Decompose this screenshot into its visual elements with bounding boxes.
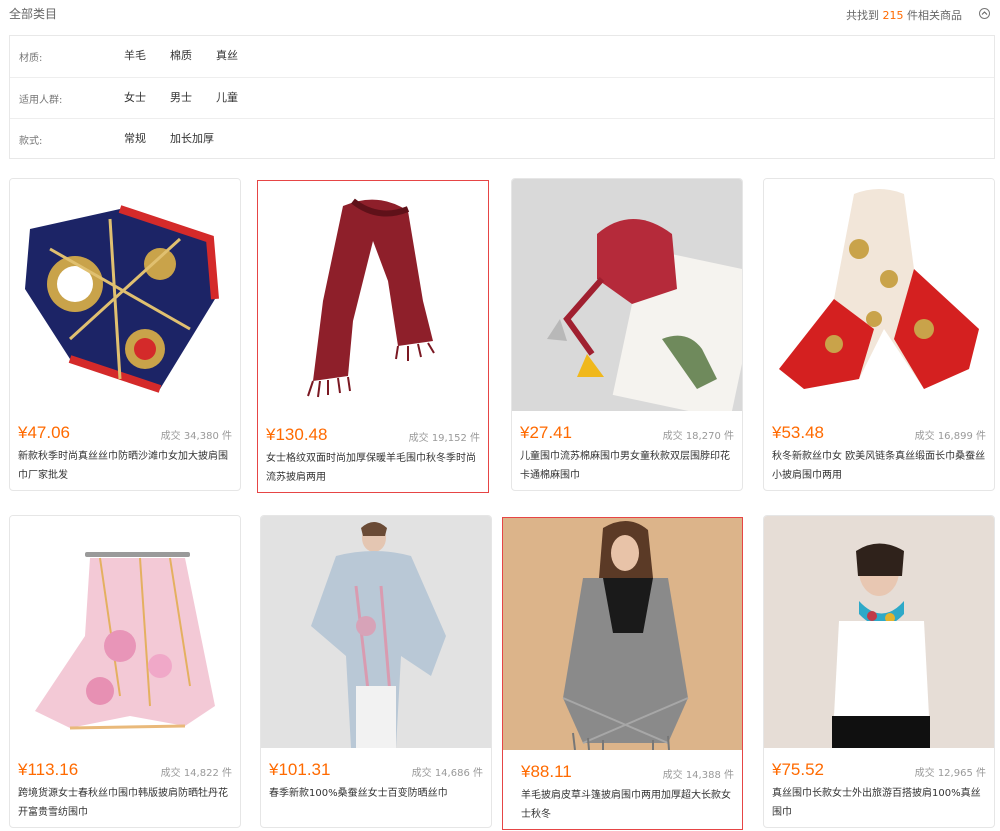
result-count-prefix: 共找到 xyxy=(846,9,879,22)
product-sales: 成交 18,270 件 xyxy=(662,431,734,442)
product-title[interactable]: 羊毛披肩皮草斗篷披肩围巾两用加厚超大长款女士秋冬 xyxy=(521,786,737,824)
product-price: ¥88.11 xyxy=(521,762,572,781)
product-image[interactable] xyxy=(258,181,488,413)
product-card[interactable]: ¥101.31 成交 14,686 件 春季新款100%桑蚕丝女士百变防晒丝巾 xyxy=(260,515,492,828)
product-card[interactable]: ¥113.16 成交 14,822 件 跨境货源女士春秋丝巾围巾韩版披肩防晒牡丹… xyxy=(9,515,241,828)
product-price: ¥101.31 xyxy=(269,760,331,779)
product-title[interactable]: 真丝围巾长款女士外出旅游百搭披肩100%真丝围巾 xyxy=(772,784,988,822)
collapse-up-icon[interactable] xyxy=(979,8,990,19)
filter-row-material: 材质: 羊毛 棉质 真丝 xyxy=(10,36,994,77)
results-header: 全部类目 共找到 215 件相关商品 xyxy=(0,0,1000,28)
product-card[interactable]: ¥75.52 成交 12,965 件 真丝围巾长款女士外出旅游百搭披肩100%真… xyxy=(763,515,995,828)
product-title[interactable]: 跨境货源女士春秋丝巾围巾韩版披肩防晒牡丹花开富贵雪纺围巾 xyxy=(18,784,234,822)
filter-option-cotton[interactable]: 棉质 xyxy=(170,47,192,63)
product-sales: 成交 19,152 件 xyxy=(408,433,480,444)
filter-option-wool[interactable]: 羊毛 xyxy=(124,47,146,63)
product-sales: 成交 12,965 件 xyxy=(914,768,986,779)
product-card[interactable]: ¥53.48 成交 16,899 件 秋冬新款丝巾女 欧美风链条真丝缎面长巾桑蚕… xyxy=(763,178,995,491)
product-image[interactable] xyxy=(512,179,742,420)
product-image[interactable] xyxy=(261,516,491,748)
product-title[interactable]: 秋冬新款丝巾女 欧美风链条真丝缎面长巾桑蚕丝小披肩围巾两用 xyxy=(772,447,988,485)
filter-option-women[interactable]: 女士 xyxy=(124,89,146,105)
product-title[interactable]: 春季新款100%桑蚕丝女士百变防晒丝巾 xyxy=(269,784,485,803)
product-price: ¥75.52 xyxy=(772,760,824,779)
product-image[interactable] xyxy=(10,516,240,748)
result-count: 共找到 215 件相关商品 xyxy=(846,7,962,23)
filter-row-style: 款式: 常规 加长加厚 xyxy=(10,118,994,160)
filter-option-long-thick[interactable]: 加长加厚 xyxy=(170,130,214,146)
all-categories-link[interactable]: 全部类目 xyxy=(9,5,57,22)
product-price: ¥27.41 xyxy=(520,423,572,442)
filter-option-kids[interactable]: 儿童 xyxy=(216,89,238,105)
product-price: ¥130.48 xyxy=(266,425,328,444)
filter-option-men[interactable]: 男士 xyxy=(170,89,192,105)
product-sales: 成交 14,822 件 xyxy=(160,768,232,779)
filter-label: 适用人群: xyxy=(19,95,63,106)
product-image[interactable] xyxy=(764,516,994,748)
filter-label: 款式: xyxy=(19,136,43,147)
product-image[interactable] xyxy=(10,179,240,411)
filter-option-regular[interactable]: 常规 xyxy=(124,130,146,146)
filter-panel: 材质: 羊毛 棉质 真丝 适用人群: 女士 男士 儿童 款式: 常规 加长加厚 xyxy=(9,35,995,159)
filter-label: 材质: xyxy=(19,53,43,64)
product-image[interactable] xyxy=(503,518,742,751)
product-sales: 成交 14,686 件 xyxy=(411,768,483,779)
product-price: ¥47.06 xyxy=(18,423,70,442)
product-card[interactable]: ¥27.41 成交 18,270 件 儿童围巾流苏棉麻围巾男女童秋款双层围脖印花… xyxy=(511,178,743,491)
result-count-number: 215 xyxy=(882,9,904,22)
product-sales: 成交 14,388 件 xyxy=(662,770,734,781)
product-card[interactable]: ¥47.06 成交 34,380 件 新款秋季时尚真丝丝巾防晒沙滩巾女加大披肩围… xyxy=(9,178,241,491)
product-sales: 成交 34,380 件 xyxy=(160,431,232,442)
filter-option-silk[interactable]: 真丝 xyxy=(216,47,238,63)
product-price: ¥53.48 xyxy=(772,423,824,442)
product-image[interactable] xyxy=(764,179,994,411)
product-title[interactable]: 儿童围巾流苏棉麻围巾男女童秋款双层围脖印花卡通棉麻围巾 xyxy=(520,447,736,485)
product-card[interactable]: ¥88.11 成交 14,388 件 羊毛披肩皮草斗篷披肩围巾两用加厚超大长款女… xyxy=(502,517,743,830)
product-title[interactable]: 女士格纹双面时尚加厚保暖羊毛围巾秋冬季时尚流苏披肩两用 xyxy=(266,449,482,487)
product-card[interactable]: ¥130.48 成交 19,152 件 女士格纹双面时尚加厚保暖羊毛围巾秋冬季时… xyxy=(257,180,489,493)
product-sales: 成交 16,899 件 xyxy=(914,431,986,442)
filter-row-audience: 适用人群: 女士 男士 儿童 xyxy=(10,77,994,119)
result-count-suffix: 件相关商品 xyxy=(907,9,962,22)
product-title[interactable]: 新款秋季时尚真丝丝巾防晒沙滩巾女加大披肩围巾厂家批发 xyxy=(18,447,234,485)
product-price: ¥113.16 xyxy=(18,760,79,779)
